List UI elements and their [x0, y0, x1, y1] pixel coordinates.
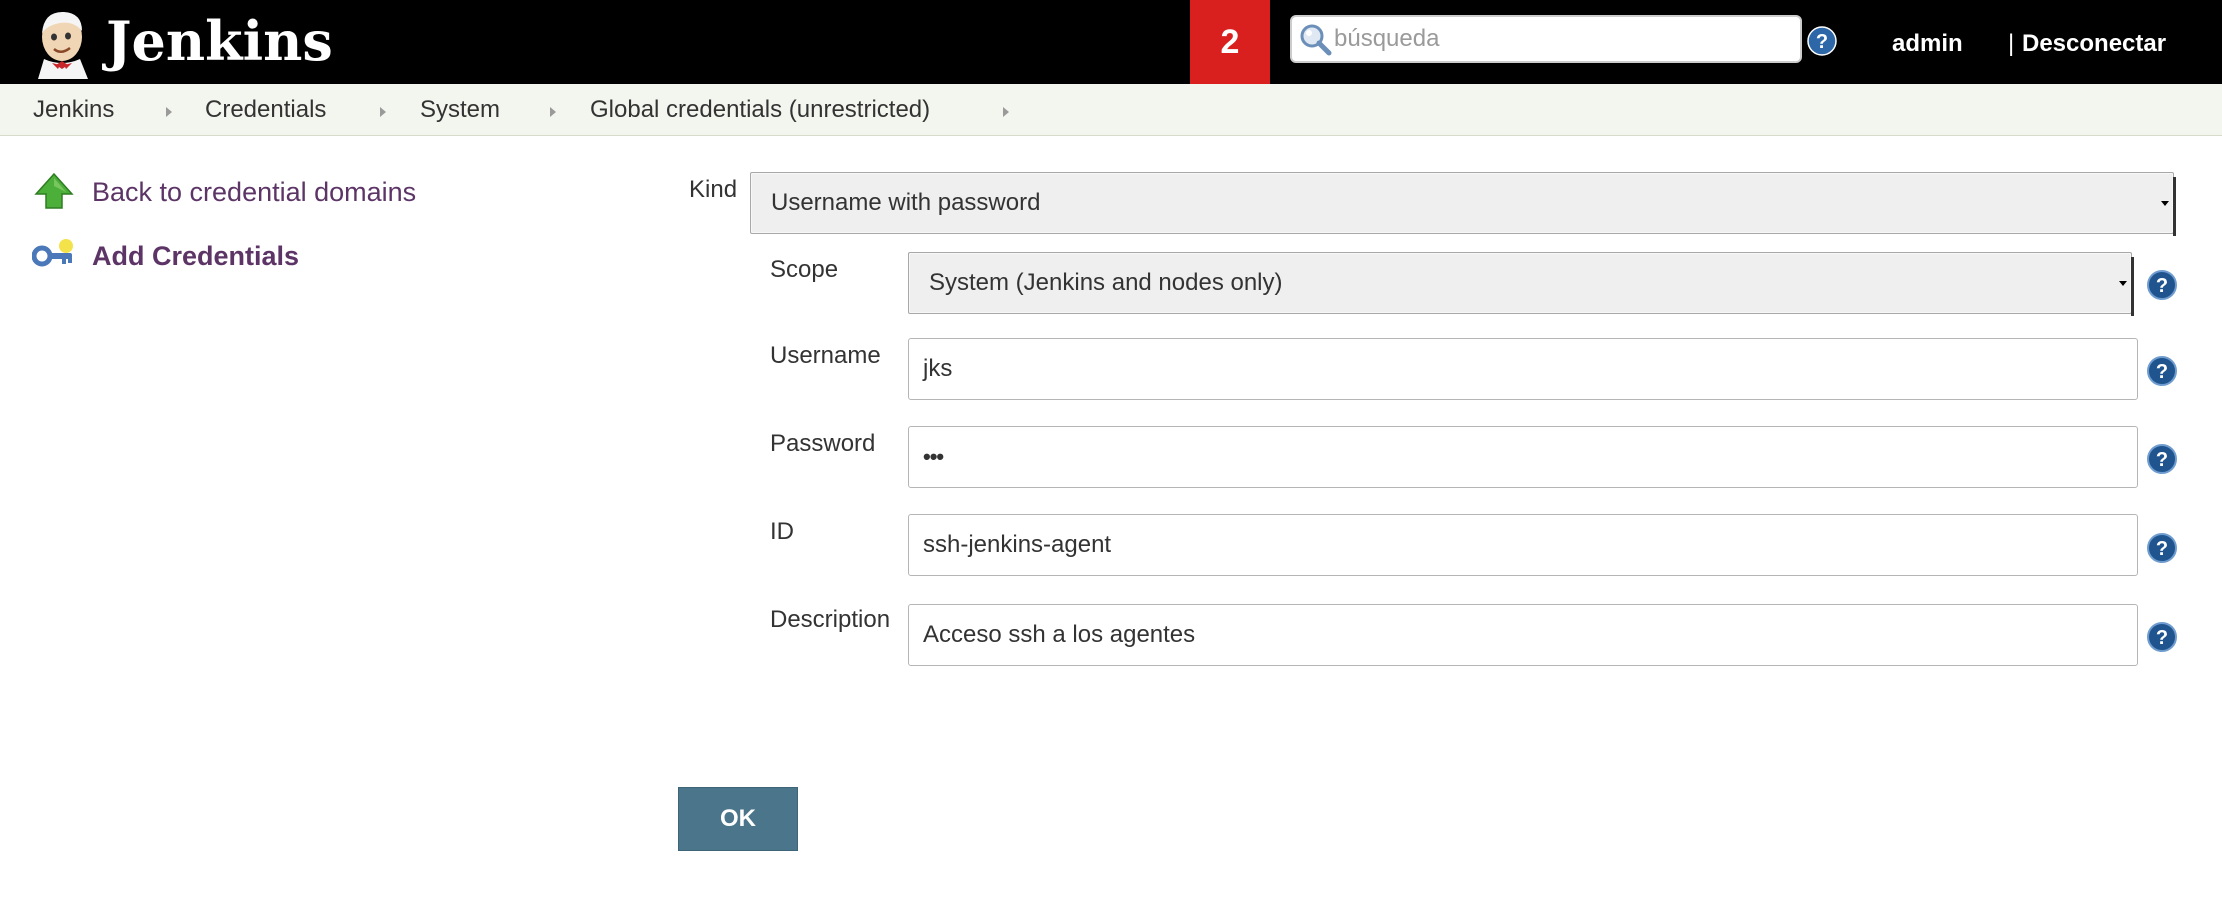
svg-text:?: ? [2156, 449, 2168, 471]
select-edge [2131, 257, 2134, 316]
svg-text:?: ? [2156, 538, 2168, 560]
kind-value: Username with password [771, 189, 1041, 216]
breadcrumb-arrow-icon[interactable] [380, 107, 386, 117]
scope-label: Scope [770, 256, 839, 283]
breadcrumb-jenkins[interactable]: Jenkins [33, 96, 114, 124]
password-input[interactable]: ••• [908, 426, 2138, 488]
password-value: ••• [923, 444, 944, 469]
breadcrumb-global-credentials[interactable]: Global credentials (unrestricted) [590, 96, 930, 124]
notification-badge[interactable]: 2 [1190, 0, 1270, 84]
username-value: jks [923, 355, 953, 382]
jenkins-logo[interactable]: Jenkins [30, 8, 333, 79]
kind-label: Kind [689, 176, 738, 203]
breadcrumb-arrow-icon[interactable] [166, 107, 172, 117]
up-arrow-icon [34, 172, 74, 209]
breadcrumb-credentials[interactable]: Credentials [205, 96, 326, 124]
username-label: Username [770, 342, 881, 369]
username-input[interactable]: jks [908, 338, 2138, 400]
logout-link[interactable]: Desconectar [2022, 30, 2166, 58]
header-separator: | [2008, 30, 2015, 57]
help-icon[interactable]: ? [2146, 269, 2178, 301]
top-header: Jenkins 2 ? admin | Desconectar [0, 0, 2222, 84]
svg-text:?: ? [2156, 361, 2168, 383]
scope-select[interactable]: System (Jenkins and nodes only) [908, 252, 2134, 316]
add-credentials-link[interactable]: Add Credentials [92, 241, 299, 272]
help-icon[interactable]: ? [1807, 26, 1837, 56]
select-edge [2173, 177, 2176, 236]
kind-select[interactable]: Username with password [750, 172, 2176, 236]
search-box [1290, 15, 1802, 63]
key-icon [32, 239, 73, 267]
breadcrumb: Jenkins Credentials System Global creden… [0, 84, 2222, 136]
search-icon [1300, 24, 1332, 56]
help-icon[interactable]: ? [2146, 532, 2178, 564]
description-input[interactable]: Acceso ssh a los agentes [908, 604, 2138, 666]
id-input[interactable]: ssh-jenkins-agent [908, 514, 2138, 576]
svg-text:?: ? [1816, 31, 1828, 53]
id-label: ID [770, 518, 794, 545]
description-label: Description [770, 606, 891, 633]
logo-text: Jenkins [106, 9, 333, 73]
sidebar-item-add-credentials[interactable]: Add Credentials [32, 236, 299, 276]
chevron-down-icon [2159, 173, 2173, 233]
breadcrumb-arrow-icon[interactable] [1003, 107, 1009, 117]
description-value: Acceso ssh a los agentes [923, 621, 1196, 648]
sidebar-item-back[interactable]: Back to credential domains [32, 172, 416, 212]
ok-button[interactable]: OK [678, 787, 798, 851]
scope-value: System (Jenkins and nodes only) [929, 269, 1283, 296]
help-icon[interactable]: ? [2146, 621, 2178, 653]
search-input[interactable] [1334, 25, 1774, 53]
back-to-domains-link[interactable]: Back to credential domains [92, 177, 416, 208]
svg-text:?: ? [2156, 275, 2168, 297]
user-link[interactable]: admin [1892, 30, 1963, 58]
chevron-down-icon [2117, 253, 2131, 313]
jenkins-butler-icon [38, 11, 88, 79]
help-icon[interactable]: ? [2146, 443, 2178, 475]
id-value: ssh-jenkins-agent [923, 531, 1112, 558]
password-label: Password [770, 430, 876, 457]
breadcrumb-arrow-icon[interactable] [550, 107, 556, 117]
breadcrumb-system[interactable]: System [420, 96, 500, 124]
svg-text:?: ? [2156, 627, 2168, 649]
help-icon[interactable]: ? [2146, 355, 2178, 387]
